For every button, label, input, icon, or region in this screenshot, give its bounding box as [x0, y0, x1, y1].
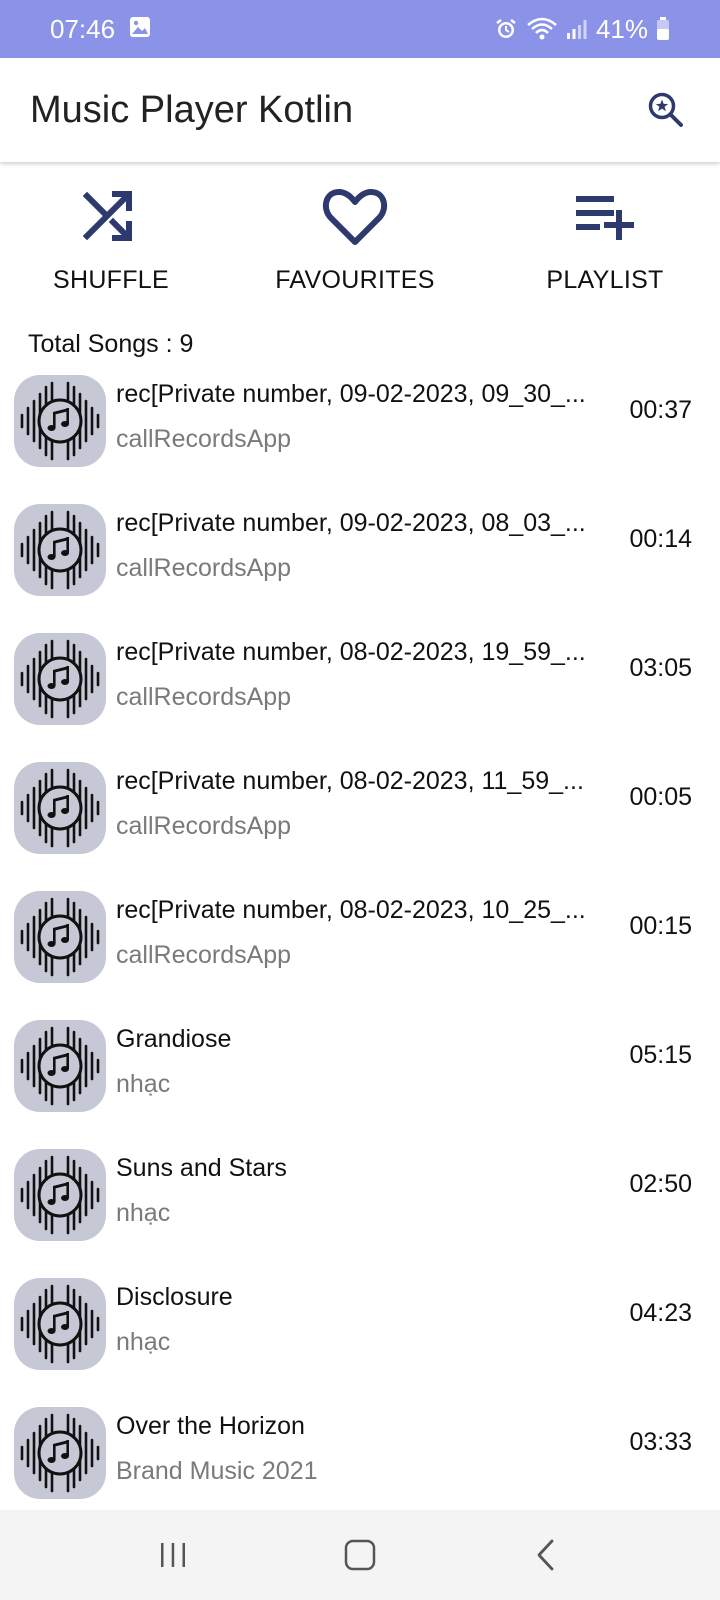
shuffle-label: SHUFFLE: [52, 266, 169, 294]
playlist-add-icon: [576, 196, 634, 240]
song-title: rec[Private number, 08-02-2023, 10_25_..…: [116, 896, 586, 924]
song-duration: 03:05: [629, 654, 692, 682]
song-artist: callRecordsApp: [116, 812, 292, 840]
song-duration: 00:14: [629, 525, 692, 553]
battery-percent: 41%: [595, 13, 648, 44]
song-title: Suns and Stars: [116, 1154, 287, 1182]
song-duration: 00:05: [629, 783, 692, 811]
shuffle-icon: [82, 191, 132, 241]
home-icon: [344, 1539, 376, 1571]
gallery-notification-icon: [129, 14, 151, 45]
song-artist: nhạc: [116, 1328, 171, 1356]
heart-icon: [322, 189, 388, 245]
song-list-item[interactable]: rec[Private number, 08-02-2023, 10_25_..…: [0, 888, 720, 1017]
playlist-label: PLAYLIST: [546, 266, 664, 294]
favourites-label: FAVOURITES: [275, 266, 435, 294]
recent-apps-button[interactable]: [143, 1525, 203, 1585]
back-button[interactable]: [517, 1525, 577, 1585]
app-title: Music Player Kotlin: [30, 88, 354, 131]
song-list-item[interactable]: Suns and Stars nhạc 02:50: [0, 1146, 720, 1275]
back-icon: [537, 1539, 554, 1571]
song-duration: 00:37: [629, 396, 692, 424]
song-list-item[interactable]: Disclosure nhạc 04:23: [0, 1275, 720, 1404]
song-artist: callRecordsApp: [116, 425, 292, 453]
status-time: 07:46: [50, 13, 116, 44]
search-button[interactable]: [642, 86, 690, 134]
playlist-button[interactable]: PLAYLIST: [505, 180, 705, 295]
action-row: SHUFFLE FAVOURITES PLAYLIST: [0, 180, 720, 320]
total-songs-count: Total Songs : 9: [28, 330, 194, 358]
album-art-icon: [14, 891, 106, 983]
song-title: rec[Private number, 08-02-2023, 19_59_..…: [116, 638, 586, 666]
song-artist: nhạc: [116, 1070, 171, 1098]
alarm-icon: [494, 17, 518, 41]
song-list-item[interactable]: rec[Private number, 08-02-2023, 19_59_..…: [0, 630, 720, 759]
song-list-item[interactable]: rec[Private number, 08-02-2023, 11_59_..…: [0, 759, 720, 888]
song-duration: 05:15: [629, 1041, 692, 1069]
album-art-icon: [14, 375, 106, 467]
song-artist: callRecordsApp: [116, 683, 292, 711]
battery-icon: [656, 17, 670, 41]
search-star-icon: [648, 92, 683, 127]
song-artist: callRecordsApp: [116, 554, 292, 582]
album-art-icon: [14, 504, 106, 596]
album-art-icon: [14, 1278, 106, 1370]
navigation-bar: [0, 1510, 720, 1600]
favourites-button[interactable]: FAVOURITES: [255, 180, 455, 295]
album-art-icon: [14, 633, 106, 725]
song-artist: callRecordsApp: [116, 941, 292, 969]
song-artist: Brand Music 2021: [116, 1457, 318, 1485]
song-title: rec[Private number, 09-02-2023, 09_30_..…: [116, 380, 586, 408]
shuffle-button[interactable]: SHUFFLE: [11, 180, 211, 295]
song-title: rec[Private number, 08-02-2023, 11_59_..…: [116, 767, 584, 795]
song-list-item[interactable]: Grandiose nhạc 05:15: [0, 1017, 720, 1146]
album-art-icon: [14, 1149, 106, 1241]
song-artist: nhạc: [116, 1199, 171, 1227]
wifi-icon: [526, 17, 558, 41]
song-list-item[interactable]: rec[Private number, 09-02-2023, 08_03_..…: [0, 501, 720, 630]
signal-icon: [566, 18, 588, 40]
app-bar: Music Player Kotlin: [0, 58, 720, 162]
album-art-icon: [14, 762, 106, 854]
recent-apps-icon: [161, 1543, 186, 1567]
album-art-icon: [14, 1407, 106, 1499]
status-bar: 07:46 41%: [0, 0, 720, 58]
song-list-item[interactable]: rec[Private number, 09-02-2023, 09_30_..…: [0, 372, 720, 501]
song-duration: 04:23: [629, 1299, 692, 1327]
home-button[interactable]: [330, 1525, 390, 1585]
album-art-icon: [14, 1020, 106, 1112]
song-title: Disclosure: [116, 1283, 233, 1311]
song-duration: 03:33: [629, 1428, 692, 1456]
song-duration: 00:15: [629, 912, 692, 940]
song-duration: 02:50: [629, 1170, 692, 1198]
song-title: Grandiose: [116, 1025, 232, 1053]
song-title: rec[Private number, 09-02-2023, 08_03_..…: [116, 509, 586, 537]
song-list: rec[Private number, 09-02-2023, 09_30_..…: [0, 372, 720, 1533]
song-title: Over the Horizon: [116, 1412, 305, 1440]
